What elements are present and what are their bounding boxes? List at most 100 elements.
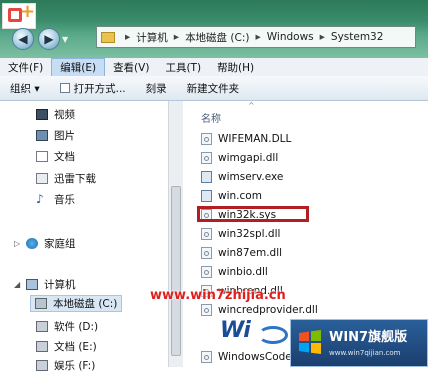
nav-label: 文档 (E:) xyxy=(54,341,97,353)
watermark-url: www.win7zhijia.cn xyxy=(150,288,286,303)
dll-file-icon xyxy=(201,303,212,316)
swirl-logo-icon xyxy=(258,326,288,344)
menu-tools[interactable]: 工具(T) xyxy=(157,59,209,76)
nav-item-drive-f[interactable]: 娱乐 (F:) xyxy=(36,358,95,373)
column-header-name[interactable]: 名称 xyxy=(201,110,221,125)
expand-arrow-icon[interactable]: ▷ xyxy=(14,239,20,248)
pictures-icon xyxy=(36,130,48,141)
nav-item-xunlei-downloads[interactable]: 迅雷下载 xyxy=(36,171,96,186)
open-with-button[interactable]: 打开方式... xyxy=(50,81,136,96)
computer-icon xyxy=(26,279,38,290)
exe-file-icon xyxy=(201,170,212,183)
badge-title: WIN7旗舰版 xyxy=(329,330,408,345)
drive-icon xyxy=(36,321,48,332)
window-titlebar: ◀ ▶ ▼ ▸ 计算机 ▸ 本地磁盘 (C:) ▸ Windows ▸ Syst… xyxy=(0,0,428,58)
folder-icon xyxy=(101,31,115,43)
navigation-pane: 视频 图片 文档 迅雷下载 ♪ 音乐 ▷ 家庭组 ◢ 计算机 本地磁盘 (C:)… xyxy=(0,101,169,372)
video-icon xyxy=(36,109,48,120)
music-note-icon: ♪ xyxy=(36,192,44,206)
file-name: wimserv.exe xyxy=(218,170,284,183)
file-row[interactable]: wincredprovider.dll xyxy=(201,302,318,317)
windows-flag-icon xyxy=(299,330,321,354)
file-name: win.com xyxy=(218,189,262,202)
dll-file-icon xyxy=(201,132,212,145)
file-row[interactable]: win.com xyxy=(201,188,262,203)
nav-label: 音乐 xyxy=(54,194,75,206)
nav-item-music[interactable]: ♪ 音乐 xyxy=(36,192,75,207)
watermark-logo-text: Wi xyxy=(220,318,251,343)
nav-item-drive-d[interactable]: 软件 (D:) xyxy=(36,319,98,334)
breadcrumb-drive-c[interactable]: 本地磁盘 (C:) xyxy=(185,30,249,45)
nav-item-homegroup[interactable]: 家庭组 xyxy=(26,236,76,251)
file-row[interactable]: winbio.dll xyxy=(201,264,268,279)
nav-item-videos[interactable]: 视频 xyxy=(36,107,75,122)
command-toolbar: 组织 ▾ 打开方式... 刻录 新建文件夹 xyxy=(0,76,428,101)
address-bar[interactable]: ▸ 计算机 ▸ 本地磁盘 (C:) ▸ Windows ▸ System32 xyxy=(96,26,416,48)
file-row[interactable]: wimgapi.dll xyxy=(201,150,278,165)
file-row[interactable]: win87em.dll xyxy=(201,245,282,260)
com-file-icon xyxy=(201,189,212,202)
nav-label: 软件 (D:) xyxy=(54,321,99,333)
nav-label: 迅雷下载 xyxy=(54,173,96,185)
breadcrumb-computer[interactable]: 计算机 xyxy=(136,30,168,45)
menu-help[interactable]: 帮助(H) xyxy=(209,59,262,76)
new-folder-button[interactable]: 新建文件夹 xyxy=(177,81,250,96)
nav-label: 娱乐 (F:) xyxy=(54,360,96,372)
breadcrumb-arrow-icon[interactable]: ▸ xyxy=(174,31,179,43)
back-button[interactable]: ◀ xyxy=(12,28,34,50)
nav-item-drive-e[interactable]: 文档 (E:) xyxy=(36,339,97,354)
drive-icon xyxy=(35,298,47,309)
navigation-scrollbar[interactable] xyxy=(168,101,183,367)
file-name: win87em.dll xyxy=(218,246,283,259)
collapse-arrow-icon[interactable]: ◢ xyxy=(14,280,20,289)
file-name: wincredprovider.dll xyxy=(218,303,318,316)
site-logo-icon xyxy=(2,1,36,29)
open-with-icon xyxy=(59,83,70,93)
breadcrumb-arrow-icon[interactable]: ▸ xyxy=(320,31,325,43)
nav-item-pictures[interactable]: 图片 xyxy=(36,128,75,143)
dll-file-icon xyxy=(201,246,212,259)
highlight-box xyxy=(197,206,309,222)
documents-icon xyxy=(36,151,48,162)
nav-item-computer[interactable]: 计算机 xyxy=(26,277,76,292)
menu-view[interactable]: 查看(V) xyxy=(105,59,157,76)
file-row[interactable]: wimserv.exe xyxy=(201,169,283,184)
download-folder-icon xyxy=(36,173,48,184)
nav-item-drive-c[interactable]: 本地磁盘 (C:) xyxy=(30,295,123,312)
watermark-badge: WIN7旗舰版 www.win7qijian.com xyxy=(290,319,428,367)
menu-file[interactable]: 文件(F) xyxy=(0,59,51,76)
forward-button[interactable]: ▶ xyxy=(38,28,60,50)
file-name: WIFEMAN.DLL xyxy=(218,132,292,145)
nav-label: 本地磁盘 (C:) xyxy=(53,298,118,310)
dll-file-icon xyxy=(201,265,212,278)
sort-arrow-icon[interactable]: ^ xyxy=(248,101,255,110)
nav-item-documents[interactable]: 文档 xyxy=(36,149,75,164)
breadcrumb-arrow-icon[interactable]: ▸ xyxy=(255,31,260,43)
dll-file-icon xyxy=(201,151,212,164)
nav-label: 视频 xyxy=(54,109,75,121)
breadcrumb-windows[interactable]: Windows xyxy=(267,31,314,43)
homegroup-icon xyxy=(26,238,38,249)
menu-edit[interactable]: 编辑(E) xyxy=(51,57,106,77)
file-name: winbio.dll xyxy=(218,265,268,278)
nav-label: 图片 xyxy=(54,130,75,142)
file-name: wimgapi.dll xyxy=(218,151,279,164)
file-name: win32spl.dll xyxy=(218,227,281,240)
scrollbar-thumb[interactable] xyxy=(171,186,181,356)
burn-button[interactable]: 刻录 xyxy=(136,81,177,96)
breadcrumb-arrow-icon[interactable]: ▸ xyxy=(125,31,130,43)
file-row[interactable]: WIFEMAN.DLL xyxy=(201,131,291,146)
breadcrumb-system32[interactable]: System32 xyxy=(331,31,384,43)
file-row[interactable]: win32spl.dll xyxy=(201,226,280,241)
nav-label: 文档 xyxy=(54,151,75,163)
drive-icon xyxy=(36,360,48,371)
menu-bar: 文件(F) 编辑(E) 查看(V) 工具(T) 帮助(H) xyxy=(0,57,428,77)
dll-file-icon xyxy=(201,227,212,240)
history-dropdown-icon[interactable]: ▼ xyxy=(62,35,68,44)
drive-icon xyxy=(36,341,48,352)
organize-button[interactable]: 组织 ▾ xyxy=(0,81,50,96)
badge-site: www.win7qijian.com xyxy=(329,349,401,357)
dll-file-icon xyxy=(201,350,212,363)
nav-label: 计算机 xyxy=(44,279,76,291)
nav-label: 家庭组 xyxy=(44,238,76,250)
